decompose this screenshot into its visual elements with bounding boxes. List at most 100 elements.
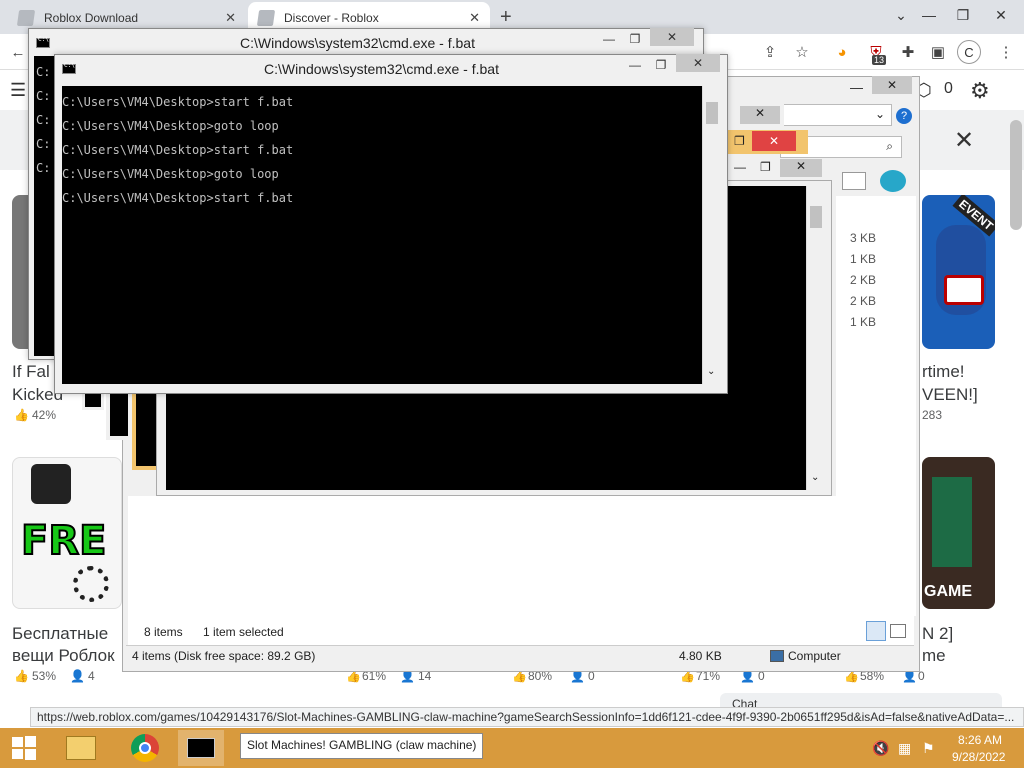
restore-button[interactable]: ❐ (946, 0, 980, 30)
stacked-close-button[interactable]: ✕ (780, 159, 822, 177)
page-scrollbar[interactable] (1010, 120, 1022, 230)
game-title[interactable]: VEEN!] (922, 385, 978, 405)
link-status-bubble: https://web.roblox.com/games/10429143176… (30, 707, 1024, 727)
minimize-button[interactable]: — (912, 0, 946, 30)
clock-time[interactable]: 8:26 AM (958, 733, 1002, 747)
cmd-front-close[interactable]: ✕ (676, 54, 720, 72)
tab-title: Roblox Download (44, 11, 139, 25)
cmd-front-minimize[interactable]: — (622, 56, 648, 74)
cmd-front-title: C:\Windows\system32\cmd.exe - f.bat (264, 61, 499, 77)
thumbs-up-icon: 👍 (14, 408, 29, 422)
help-globe-icon[interactable] (880, 170, 906, 192)
settings-gear-icon[interactable]: ⚙ (970, 78, 990, 104)
scroll-down-arrow-icon[interactable]: ⌄ (707, 366, 715, 377)
game-thumbnail-squid[interactable]: GAME (922, 457, 995, 609)
preview-pane-icon[interactable] (842, 172, 866, 190)
cmd-icon (62, 62, 76, 74)
game-rating: 53% (32, 669, 57, 683)
details-view-icon[interactable] (866, 621, 886, 641)
stacked-close-button[interactable]: ✕ (752, 131, 796, 151)
rss-icon[interactable]: ◕ (830, 40, 854, 64)
new-tab-button[interactable]: + (500, 6, 512, 29)
taskbar-cmd[interactable] (178, 730, 224, 766)
extensions-puzzle-icon[interactable]: ✚ (896, 40, 920, 64)
cmd-icon (36, 36, 50, 48)
cmd-taskbar-icon (187, 738, 215, 758)
stacked-minimize-icon[interactable]: — (734, 160, 746, 174)
extension-badge: 13 (872, 55, 887, 65)
game-players: 4 (88, 669, 95, 683)
explorer-address-dropdown[interactable]: ⌄ (780, 104, 892, 126)
chevron-down-icon[interactable]: ⌄ (875, 107, 885, 121)
close-window-button[interactable]: ✕ (984, 0, 1018, 30)
game-rating: 42% (32, 408, 57, 422)
file-size: 2 KB (850, 273, 877, 287)
taskbar-file-explorer[interactable] (58, 731, 104, 765)
stacked-scrollbar[interactable]: ⌄ (806, 186, 824, 490)
game-title[interactable]: rtime! (922, 362, 965, 382)
status-disk-space: 4 items (Disk free space: 89.2 GB) (132, 649, 316, 663)
console-line: C:\Users\VM4\Desktop>goto loop (62, 167, 279, 181)
file-size: 3 KB (850, 231, 877, 245)
share-icon[interactable]: ⇪ (758, 40, 782, 64)
scroll-thumb[interactable] (810, 206, 822, 228)
cmd-front-restore[interactable]: ❐ (648, 56, 674, 74)
close-search-icon[interactable]: ✕ (954, 126, 974, 155)
explorer-close-button[interactable]: ✕ (872, 76, 912, 94)
players-icon: 👤 (70, 669, 85, 683)
file-size: 1 KB (850, 252, 877, 266)
computer-icon (770, 650, 784, 662)
status-location: Computer (788, 649, 841, 663)
game-title[interactable]: me (922, 646, 946, 666)
roblox-favicon-icon (256, 10, 276, 26)
start-button[interactable] (0, 728, 48, 768)
profile-avatar[interactable]: C (957, 40, 981, 64)
network-icon[interactable]: ▦ (898, 740, 911, 757)
explorer-content-area (128, 496, 914, 646)
status-size: 4.80 KB (679, 649, 722, 663)
game-thumbnail-free[interactable]: FRE (12, 457, 122, 609)
stacked-restore-icon[interactable]: ❐ (760, 160, 771, 174)
explorer-minimize[interactable]: — (850, 80, 863, 95)
close-tab-icon[interactable]: ✕ (469, 10, 480, 26)
hamburger-menu-icon[interactable]: ☰ (10, 80, 26, 101)
status-item-count: 8 items (144, 625, 183, 639)
search-icon[interactable]: ⌕ (886, 139, 893, 154)
back-arrow-icon[interactable]: ← (6, 40, 30, 64)
close-tab-icon[interactable]: ✕ (225, 10, 236, 26)
side-panel-icon[interactable]: ▣ (926, 40, 950, 64)
cmd-front-scrollbar[interactable]: ⌄ (702, 86, 720, 384)
volume-muted-icon[interactable]: 🔇 (872, 740, 889, 757)
game-title[interactable]: If Fal (12, 362, 50, 382)
cmd-back-close[interactable]: ✕ (650, 28, 694, 46)
action-center-icon[interactable]: ⚑ (922, 740, 935, 757)
cmd-back-minimize[interactable]: — (596, 30, 622, 48)
game-art-text: GAME (924, 583, 972, 600)
folder-icon (66, 736, 96, 760)
cmd-back-title: C:\Windows\system32\cmd.exe - f.bat (240, 35, 475, 51)
scroll-thumb[interactable] (706, 102, 718, 124)
robux-count: 0 (944, 80, 953, 97)
file-size: 1 KB (850, 315, 877, 329)
stacked-close-button[interactable]: ✕ (740, 106, 780, 124)
status-selected: 1 item selected (203, 625, 284, 639)
cmd-front-console[interactable]: C:\Users\VM4\Desktop>start f.bat C:\User… (62, 86, 702, 384)
guard-art (932, 477, 972, 567)
menu-kebab-icon[interactable]: ⋮ (994, 40, 1018, 64)
large-icons-view-icon[interactable] (890, 624, 906, 638)
game-title[interactable]: Бесплатные (12, 624, 108, 644)
stacked-restore-icon[interactable]: ❐ (734, 134, 745, 148)
help-icon[interactable]: ? (896, 108, 912, 124)
taskbar-chrome[interactable] (122, 731, 168, 765)
console-line: C:\Users\VM4\Desktop>goto loop (62, 119, 279, 133)
clock-date[interactable]: 9/28/2022 (952, 750, 1005, 764)
thumbs-up-icon: 👍 (14, 669, 29, 683)
scroll-down-arrow-icon[interactable]: ⌄ (811, 472, 819, 483)
game-title[interactable]: вещи Роблок (12, 646, 115, 666)
game-title[interactable]: N 2] (922, 624, 953, 644)
game-thumbnail-event[interactable]: EVENT (922, 195, 995, 349)
bookmark-star-icon[interactable]: ☆ (790, 40, 814, 64)
game-players: 283 (922, 408, 943, 422)
cat-art (31, 464, 71, 504)
cmd-back-restore[interactable]: ❐ (622, 30, 648, 48)
